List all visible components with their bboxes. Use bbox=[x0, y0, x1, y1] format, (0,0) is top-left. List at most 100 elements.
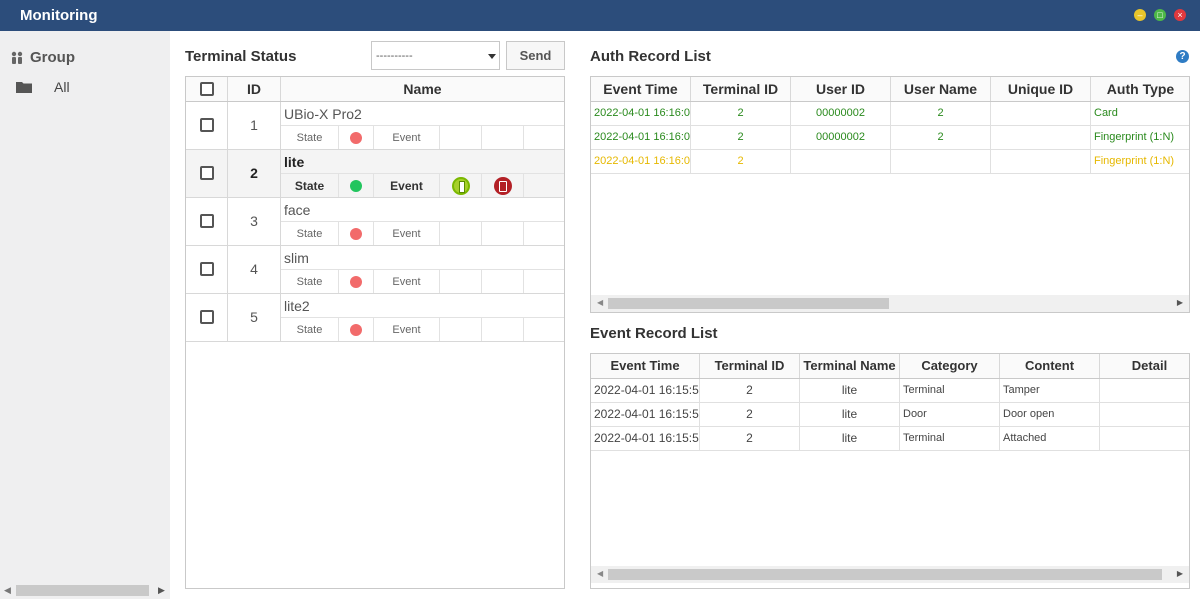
send-button[interactable]: Send bbox=[506, 41, 565, 70]
column-header-event-time[interactable]: Event Time bbox=[591, 77, 691, 101]
event-label: Event bbox=[374, 126, 440, 149]
door-open-icon[interactable] bbox=[451, 176, 470, 195]
column-header-user-name[interactable]: User Name bbox=[891, 77, 991, 101]
content: Attached bbox=[1000, 427, 1100, 450]
event-time: 2022-04-01 16:16:05 bbox=[591, 126, 691, 149]
state-indicator-icon bbox=[350, 275, 362, 288]
column-header-category[interactable]: Category bbox=[900, 354, 1000, 378]
row-checkbox[interactable] bbox=[200, 310, 214, 324]
row-checkbox[interactable] bbox=[200, 262, 214, 276]
table-row[interactable]: 2022-04-01 16:15:58 2 lite Door Door ope… bbox=[591, 403, 1189, 427]
sidebar-item-label: All bbox=[54, 79, 70, 95]
minimize-icon[interactable]: – bbox=[1134, 9, 1146, 21]
state-label: State bbox=[281, 270, 339, 293]
scroll-right-icon[interactable]: ▶ bbox=[1177, 298, 1183, 307]
event-label: Event bbox=[374, 174, 440, 197]
column-header-auth-type[interactable]: Auth Type bbox=[1091, 77, 1189, 101]
title-bar: Monitoring – □ × bbox=[0, 0, 1200, 31]
sidebar-item-all[interactable]: All bbox=[16, 79, 70, 95]
terminal-name: lite2 bbox=[284, 298, 310, 314]
row-checkbox[interactable] bbox=[200, 118, 214, 132]
table-row[interactable]: 2022-04-01 16:16:07 2 00000002 2 Card bbox=[591, 102, 1189, 126]
state-label: State bbox=[281, 222, 339, 245]
event-time: 2022-04-01 16:15:58 bbox=[591, 427, 700, 450]
terminal-id: 1 bbox=[228, 102, 281, 149]
table-header: Event Time Terminal ID Terminal Name Cat… bbox=[591, 354, 1189, 379]
group-label: Group bbox=[30, 49, 75, 66]
column-header-content[interactable]: Content bbox=[1000, 354, 1100, 378]
state-label: State bbox=[281, 126, 339, 149]
column-header-terminal-id[interactable]: Terminal ID bbox=[691, 77, 791, 101]
column-header-event-time[interactable]: Event Time bbox=[591, 354, 700, 378]
scrollbar-thumb[interactable] bbox=[16, 585, 149, 596]
user-id: 00000002 bbox=[791, 126, 891, 149]
terminal-id: 2 bbox=[691, 102, 791, 125]
scroll-right-icon[interactable]: ▶ bbox=[158, 585, 165, 596]
terminal-status-subrow: State Event bbox=[281, 173, 564, 197]
table-row[interactable]: 5 lite2 State Event bbox=[186, 294, 564, 342]
terminal-id: 2 bbox=[228, 150, 281, 197]
scroll-left-icon[interactable]: ◀ bbox=[4, 585, 11, 596]
table-row[interactable]: 2 lite State Event bbox=[186, 150, 564, 198]
terminal-id: 4 bbox=[228, 246, 281, 293]
terminal-id: 5 bbox=[228, 294, 281, 341]
event-horizontal-scrollbar[interactable]: ◀ ▶ bbox=[591, 566, 1189, 583]
table-row[interactable]: 2022-04-01 16:15:58 2 lite Terminal Atta… bbox=[591, 427, 1189, 451]
select-all-checkbox[interactable] bbox=[200, 82, 214, 96]
unique-id bbox=[991, 126, 1091, 149]
auth-record-title: Auth Record List bbox=[590, 48, 711, 65]
users-icon bbox=[11, 51, 23, 64]
scrollbar-thumb[interactable] bbox=[608, 569, 1162, 580]
category: Door bbox=[900, 403, 1000, 426]
terminal-name: UBio-X Pro2 bbox=[284, 106, 362, 122]
command-select[interactable]: ---------- bbox=[371, 41, 500, 70]
auth-horizontal-scrollbar[interactable]: ◀ ▶ bbox=[591, 295, 1189, 312]
column-header-id[interactable]: ID bbox=[228, 77, 281, 101]
detail bbox=[1100, 427, 1189, 450]
auth-type: Fingerprint (1:N) bbox=[1091, 126, 1189, 149]
terminal-id: 3 bbox=[228, 198, 281, 245]
column-header-detail[interactable]: Detail bbox=[1100, 354, 1189, 378]
sidebar-horizontal-scrollbar[interactable]: ◀ ▶ bbox=[0, 582, 170, 599]
event-record-table: Event Time Terminal ID Terminal Name Cat… bbox=[590, 353, 1190, 589]
scroll-left-icon[interactable]: ◀ bbox=[597, 298, 603, 307]
help-icon[interactable]: ? bbox=[1176, 50, 1189, 63]
close-icon[interactable]: × bbox=[1174, 9, 1186, 21]
column-header-user-id[interactable]: User ID bbox=[791, 77, 891, 101]
terminal-status-subrow: State Event bbox=[281, 269, 564, 293]
terminal-id: 2 bbox=[691, 150, 791, 173]
table-row[interactable]: 1 UBio-X Pro2 State Event bbox=[186, 102, 564, 150]
row-checkbox[interactable] bbox=[200, 214, 214, 228]
column-header-terminal-name[interactable]: Terminal Name bbox=[800, 354, 900, 378]
column-header-terminal-id[interactable]: Terminal ID bbox=[700, 354, 800, 378]
table-row[interactable]: 2022-04-01 16:16:05 2 00000002 2 Fingerp… bbox=[591, 126, 1189, 150]
table-header: Event Time Terminal ID User ID User Name… bbox=[591, 77, 1189, 102]
event-time: 2022-04-01 16:16:07 bbox=[591, 102, 691, 125]
unique-id bbox=[991, 102, 1091, 125]
state-indicator-icon bbox=[350, 227, 362, 240]
category: Terminal bbox=[900, 379, 1000, 402]
terminal-id: 2 bbox=[700, 403, 800, 426]
scroll-left-icon[interactable]: ◀ bbox=[597, 569, 603, 578]
table-row[interactable]: 2022-04-01 16:15:58 2 lite Terminal Tamp… bbox=[591, 379, 1189, 403]
unique-id bbox=[991, 150, 1091, 173]
column-header-unique-id[interactable]: Unique ID bbox=[991, 77, 1091, 101]
command-select-value: ---------- bbox=[376, 50, 413, 62]
maximize-icon[interactable]: □ bbox=[1154, 9, 1166, 21]
column-header-name[interactable]: Name bbox=[281, 77, 564, 101]
tamper-icon[interactable] bbox=[493, 176, 512, 195]
user-name: 2 bbox=[891, 102, 991, 125]
user-id: 00000002 bbox=[791, 102, 891, 125]
scroll-right-icon[interactable]: ▶ bbox=[1177, 569, 1183, 578]
user-id bbox=[791, 150, 891, 173]
table-row[interactable]: 2022-04-01 16:16:02 2 Fingerprint (1:N) bbox=[591, 150, 1189, 174]
terminal-status-title: Terminal Status bbox=[185, 48, 297, 65]
terminal-id: 2 bbox=[700, 379, 800, 402]
event-label: Event bbox=[374, 222, 440, 245]
row-checkbox[interactable] bbox=[200, 166, 214, 180]
sidebar: Group All ◀ ▶ bbox=[0, 31, 170, 599]
table-row[interactable]: 3 face State Event bbox=[186, 198, 564, 246]
table-row[interactable]: 4 slim State Event bbox=[186, 246, 564, 294]
scrollbar-thumb[interactable] bbox=[608, 298, 889, 309]
terminal-name: lite bbox=[284, 154, 305, 170]
